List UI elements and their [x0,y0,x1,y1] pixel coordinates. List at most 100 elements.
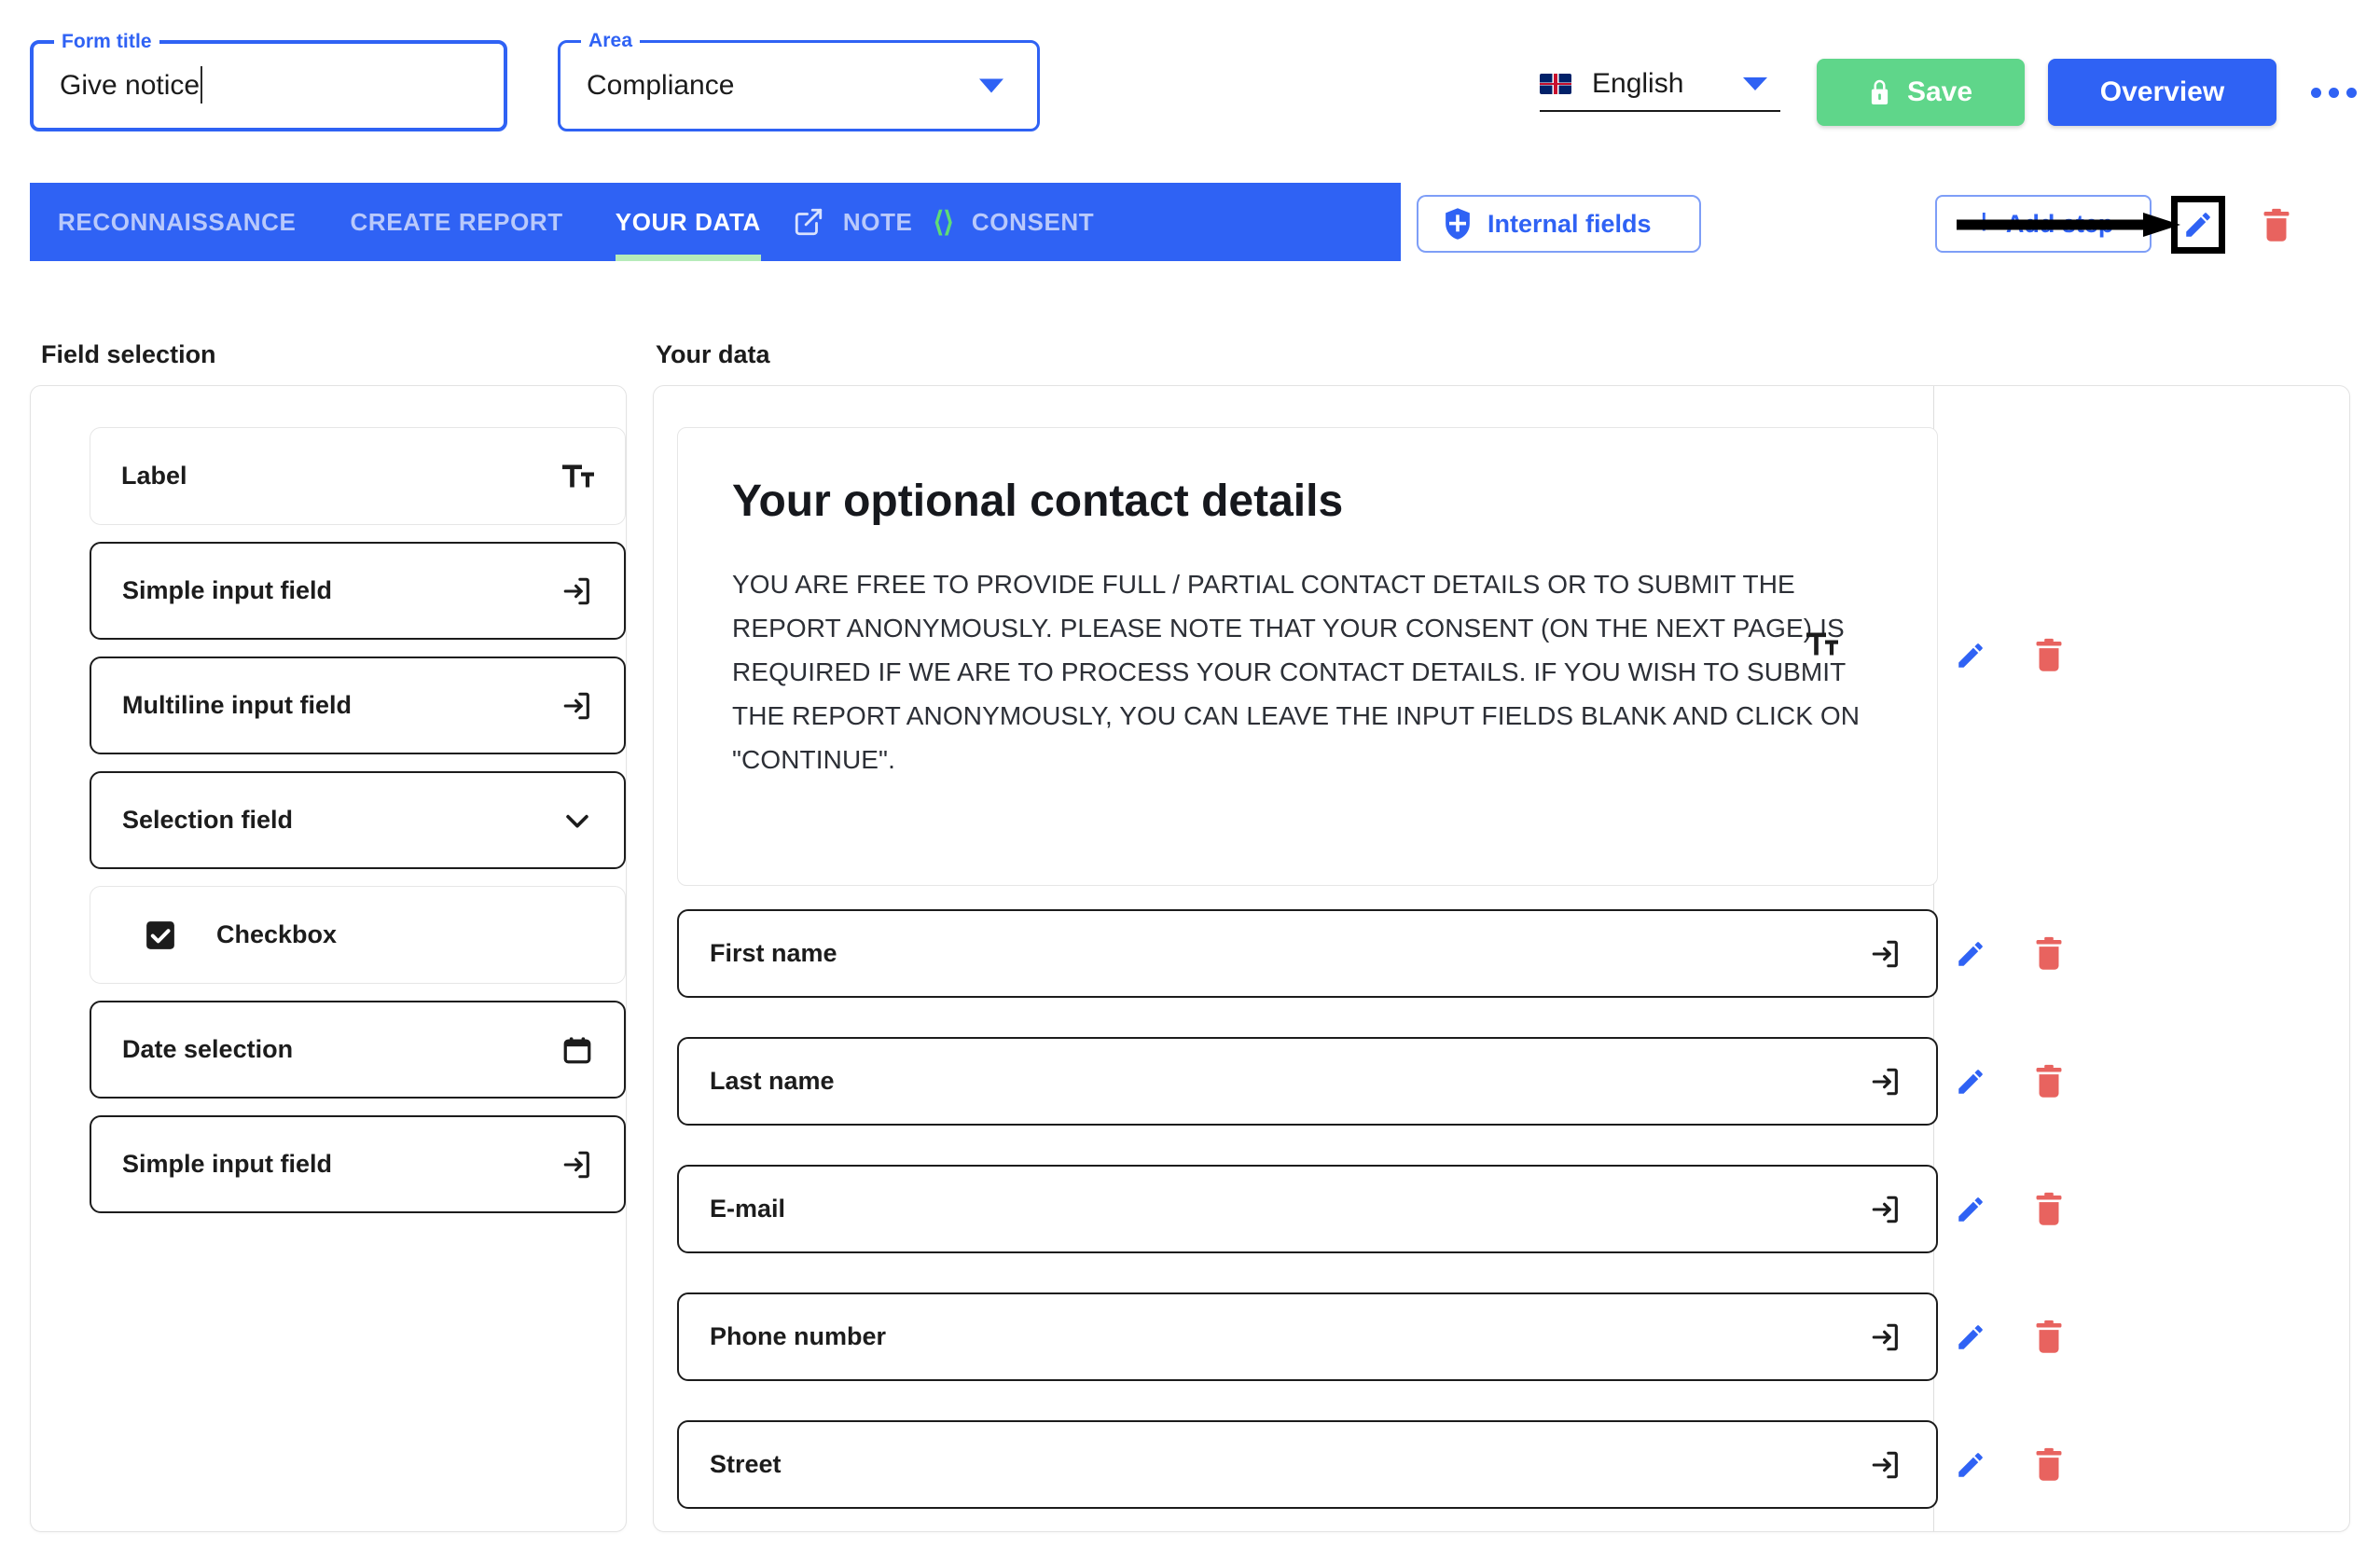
palette-item-label[interactable]: Label [90,427,626,525]
palette-item-label-text: Date selection [122,1035,294,1063]
trash-icon [2261,207,2292,244]
table-row[interactable]: Last name [677,1037,1938,1126]
lock-icon [1869,79,1890,106]
edit-field-button[interactable] [1955,1321,1986,1353]
add-step-label: Add step [2005,209,2114,238]
tab-note[interactable]: NOTE [843,183,913,261]
save-button-label: Save [1906,76,1973,107]
your-data-title: Your data [656,340,770,368]
palette-item-label-text: Simple input field [122,1150,333,1178]
palette-item-simple-input-field-2[interactable]: Simple input field [90,1115,626,1213]
field-selection-panel: Label Simple input field Multiline input… [30,385,627,1532]
form-title-input[interactable]: Form title Give notice [30,30,507,131]
chevron-down-icon [559,802,596,839]
palette-item-label-text: Label [121,462,187,490]
external-link-icon [793,206,824,238]
field-row-label: Street [710,1450,782,1478]
chevron-down-icon [1743,77,1767,90]
text-block-actions [1955,637,2065,674]
input-field-icon [559,687,596,725]
input-field-icon [559,573,596,610]
overview-button-label: Overview [2099,76,2225,107]
step-tabbar: RECONNAISSANCE CREATE REPORT YOUR DATA N… [30,183,1401,261]
tab-your-data[interactable]: YOUR DATA [615,183,761,261]
code-brackets-icon: ⟨⟩ [933,206,954,238]
palette-item-label-text: Simple input field [122,576,333,604]
delete-field-button[interactable] [2033,1191,2065,1228]
palette-item-simple-input-field[interactable]: Simple input field [90,542,626,640]
language-label: English [1592,68,1684,99]
overview-button[interactable]: Overview [2048,59,2276,126]
add-step-button[interactable]: + Add step [1935,195,2152,253]
text-format-icon [560,458,597,495]
palette-item-label-text: Multiline input field [122,691,352,719]
delete-step-button[interactable] [2257,203,2296,248]
area-value: Compliance [587,70,735,101]
input-field-icon [559,1146,596,1183]
edit-field-button[interactable] [1955,1194,1986,1225]
input-field-icon [1867,1063,1904,1100]
palette-item-checkbox[interactable]: Checkbox [90,886,626,984]
edit-field-button[interactable] [1955,1449,1986,1481]
language-select[interactable]: English [1540,58,1780,112]
top-toolbar: Form title Give notice Area Compliance E… [0,0,2380,163]
edit-field-button[interactable] [1955,1066,1986,1098]
palette-item-label-text: Checkbox [216,920,338,948]
shield-icon [1443,207,1473,241]
tab-create-report[interactable]: CREATE REPORT [350,183,562,261]
row-actions [1955,1063,2065,1100]
table-row[interactable]: First name [677,909,1938,998]
pencil-icon [2182,209,2214,241]
edit-step-button[interactable] [2171,196,2225,254]
tab-label: CONSENT [971,207,1095,236]
row-actions [1955,1446,2065,1484]
text-block-card[interactable]: Your optional contact details YOU ARE FR… [677,427,1938,886]
uk-flag-icon [1540,74,1571,94]
tab-consent[interactable]: CONSENT [972,183,1094,261]
tab-label: CREATE REPORT [350,207,563,236]
text-block-body: YOU ARE FREE TO PROVIDE FULL / PARTIAL C… [732,570,1861,774]
field-row-label: Phone number [710,1322,887,1350]
delete-field-button[interactable] [2033,1063,2065,1100]
table-row[interactable]: E-mail [677,1165,1938,1253]
row-actions [1955,935,2065,973]
edit-text-block-button[interactable] [1955,640,1986,671]
delete-field-button[interactable] [2033,1319,2065,1356]
row-actions [1955,1191,2065,1228]
form-title-value: Give notice [60,66,203,104]
plus-icon: + [1972,201,1995,242]
input-field-icon [1867,1446,1904,1484]
tab-label: RECONNAISSANCE [58,207,297,236]
chevron-down-icon [979,78,1003,93]
palette-item-multiline-input-field[interactable]: Multiline input field [90,657,626,754]
tab-label: NOTE [842,207,913,236]
palette-item-label-text: Selection field [122,806,294,834]
palette-item-selection-field[interactable]: Selection field [90,771,626,869]
table-row[interactable]: Street [677,1420,1938,1509]
input-field-icon [1867,935,1904,973]
internal-fields-label: Internal fields [1488,209,1652,238]
tab-reconnaissance[interactable]: RECONNAISSANCE [58,183,296,261]
delete-text-block-button[interactable] [2033,637,2065,674]
save-button[interactable]: Save [1817,59,2025,126]
delete-field-button[interactable] [2033,935,2065,973]
more-horizontal-icon[interactable] [2311,75,2367,110]
checkbox-checked-icon [142,917,179,954]
text-block-heading: Your optional contact details [732,477,1344,526]
table-row[interactable]: Phone number [677,1292,1938,1381]
field-row-label: First name [710,939,837,967]
edit-field-button[interactable] [1955,938,1986,970]
row-actions [1955,1319,2065,1356]
delete-field-button[interactable] [2033,1446,2065,1484]
palette-item-date-selection[interactable]: Date selection [90,1001,626,1099]
tab-label: YOUR DATA [615,207,761,236]
input-field-icon [1867,1319,1904,1356]
calendar-icon [559,1031,596,1069]
form-title-legend: Form title [54,30,159,54]
area-legend: Area [581,29,641,53]
field-selection-title: Field selection [41,340,216,368]
field-row-label: Last name [710,1067,835,1095]
internal-fields-button[interactable]: Internal fields [1417,195,1701,253]
area-select[interactable]: Area Compliance [558,29,1040,131]
field-row-label: E-mail [710,1195,786,1223]
